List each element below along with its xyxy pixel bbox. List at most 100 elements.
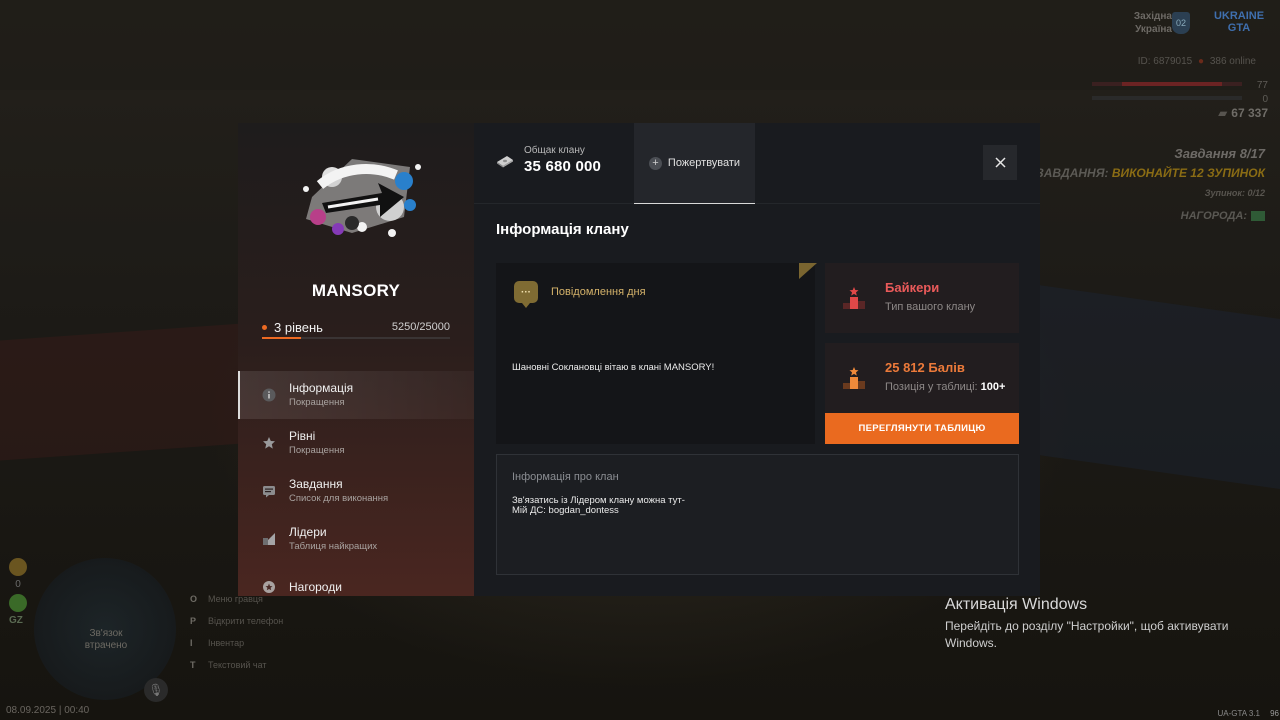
money-stack-icon bbox=[497, 156, 513, 168]
menu-item-subtitle: Список для виконання bbox=[289, 493, 389, 504]
money-icon: ▰ bbox=[1218, 106, 1228, 120]
online-count: 386 online bbox=[1209, 56, 1256, 67]
close-button[interactable] bbox=[983, 145, 1017, 180]
xp-progress-fill bbox=[262, 337, 302, 339]
menu-item-subtitle: Покращення bbox=[289, 397, 345, 408]
online-icon: ● bbox=[1198, 56, 1205, 67]
region-line: Західна bbox=[1133, 11, 1172, 22]
clan-main-panel: Общак клану 35 680 000 + Пожертвувати Ін… bbox=[474, 123, 1040, 596]
energy-icon bbox=[9, 594, 27, 612]
menu-item-title: Нагороди bbox=[289, 580, 342, 594]
stat-value: 0 bbox=[15, 579, 21, 590]
minimap-status-line: Зв'язок bbox=[89, 628, 123, 639]
table-position-value: 100+ bbox=[980, 381, 1006, 393]
clan-level: 3 рівень 5250/25000 bbox=[262, 317, 450, 337]
logo-line: GTA bbox=[1227, 22, 1251, 34]
bank-texts: Общак клану 35 680 000 bbox=[524, 145, 601, 177]
hint-key: O bbox=[190, 594, 198, 604]
motd-title: Повідомлення дня bbox=[551, 286, 646, 298]
close-icon bbox=[994, 157, 1006, 168]
clan-about: Інформація про клан Зв'язатись із Лідеро… bbox=[496, 454, 1019, 575]
money-value: 67 337 bbox=[1231, 106, 1268, 120]
motd-text: Шановні Соклановці вітаю в клані MANSORY… bbox=[512, 362, 715, 373]
star-level-icon bbox=[262, 436, 276, 450]
menu-item-info[interactable]: Інформація Покращення bbox=[238, 371, 474, 419]
page-title: Інформація клану bbox=[496, 221, 629, 238]
player-id: ID: 6879015 ● 386 online bbox=[1138, 56, 1256, 67]
windows-activation: Активація Windows Перейдіть до розділу "… bbox=[945, 596, 1245, 652]
hint-key: P bbox=[190, 616, 197, 626]
menu-item-rewards[interactable]: Нагороди bbox=[238, 563, 474, 596]
clan-modal: MANSORY 3 рівень 5250/25000 Інформація По… bbox=[238, 123, 1040, 596]
menu-item-subtitle: Покращення bbox=[289, 445, 345, 456]
windows-activation-text: Перейдіть до розділу "Настройки", щоб ак… bbox=[945, 619, 1229, 650]
menu-item-title: Завдання bbox=[289, 477, 343, 491]
hint-key: T bbox=[190, 660, 196, 670]
motd-header: ··· Повідомлення дня bbox=[514, 281, 646, 308]
table-position: Позиція у таблиці: 100+ bbox=[885, 381, 1005, 393]
quest-stops: Зупинок: 0/12 bbox=[1204, 188, 1265, 198]
message-of-the-day: ··· Повідомлення дня Шановні Соклановці … bbox=[496, 263, 817, 444]
clan-bank: Общак клану 35 680 000 bbox=[496, 145, 601, 177]
region-line: Україна bbox=[1135, 24, 1172, 35]
clan-type-card: Байкери Тип вашого клану bbox=[825, 263, 1019, 333]
minimap-status: Зв'язок втрачено bbox=[66, 628, 146, 652]
health-value: 77 bbox=[1256, 80, 1268, 91]
menu-item-leaders[interactable]: Лідери Таблиця найкращих bbox=[238, 515, 474, 563]
quest-reward-label: НАГОРОДА: bbox=[1180, 210, 1247, 222]
clan-points: 25 812 Балів bbox=[885, 360, 965, 375]
plus-icon: + bbox=[648, 156, 662, 170]
money-icon bbox=[1251, 211, 1265, 222]
menu-item-levels[interactable]: Рівні Покращення bbox=[238, 419, 474, 467]
armor-bar bbox=[1092, 96, 1242, 100]
info-icon bbox=[262, 388, 276, 402]
chat-bubble-icon: ··· bbox=[514, 281, 538, 308]
quest-line: ЗАВДАННЯ: ВИКОНАЙТЕ 12 ЗУПИНОК bbox=[1036, 166, 1265, 180]
health-bar bbox=[1092, 82, 1242, 86]
podium-icon bbox=[843, 367, 865, 389]
microphone-icon: 🎙 bbox=[144, 678, 168, 702]
corner-fold-icon bbox=[799, 263, 817, 279]
clan-name: MANSORY bbox=[311, 281, 401, 300]
view-table-button[interactable]: ПЕРЕГЛЯНУТИ ТАБЛИЦЮ bbox=[825, 413, 1019, 444]
money: ▰ 67 337 bbox=[1218, 106, 1268, 120]
clan-about-label: Інформація про клан bbox=[512, 471, 619, 483]
windows-activation-title: Активація Windows bbox=[945, 596, 1088, 613]
level-label: 3 рівень bbox=[274, 319, 323, 335]
quest-prefix: ЗАВДАННЯ: bbox=[1036, 166, 1109, 180]
hint-label: Текстовий чат bbox=[208, 660, 267, 670]
hint-label: Відкрити телефон bbox=[208, 616, 284, 626]
menu-item-title: Інформація bbox=[289, 381, 354, 395]
clan-points-card: 25 812 Балів Позиція у таблиці: 100+ bbox=[825, 343, 1019, 413]
player-stats: 0 bbox=[8, 556, 28, 614]
hint-row: T Текстовий чат bbox=[190, 654, 283, 676]
table-position-label: Позиція у таблиці: bbox=[885, 381, 978, 393]
keyboard-hints: O Меню гравця P Відкрити телефон I Інвентар… bbox=[190, 588, 283, 676]
level-label-wrap: 3 рівень bbox=[262, 320, 323, 335]
bank-value: 35 680 000 bbox=[524, 158, 602, 175]
region-label: Західна Україна bbox=[1134, 10, 1172, 36]
hud: Західна Україна 02 UKRAINE GTA ID: 68790… bbox=[1008, 8, 1268, 238]
minimap-status-line: втрачено bbox=[84, 640, 128, 651]
fps-counter: 96 bbox=[1270, 709, 1279, 718]
game-version: UA-GTA 3.1 bbox=[1217, 709, 1260, 718]
bank-label: Общак клану bbox=[524, 145, 585, 156]
leaders-icon bbox=[262, 532, 276, 546]
clan-sidebar: MANSORY 3 рівень 5250/25000 Інформація По… bbox=[238, 123, 474, 596]
xp-text: 5250/25000 bbox=[391, 321, 450, 333]
hint-label: Інвентар bbox=[208, 638, 245, 648]
armor-value: 0 bbox=[1262, 94, 1268, 105]
hint-key: I bbox=[190, 638, 193, 648]
quest-counter: Завдання 8/17 bbox=[1174, 146, 1265, 161]
reward-icon bbox=[262, 580, 276, 594]
hunger-icon bbox=[9, 558, 27, 576]
menu-item-tasks[interactable]: Завдання Список для виконання bbox=[238, 467, 474, 515]
donate-button[interactable]: + Пожертвувати bbox=[634, 123, 755, 204]
menu-item-title: Лідери bbox=[289, 525, 327, 539]
clan-topbar: Общак клану 35 680 000 + Пожертвувати bbox=[474, 123, 1040, 204]
menu-item-subtitle: Таблиця найкращих bbox=[289, 541, 378, 552]
clan-menu: Інформація Покращення Рівні Покращення Зав… bbox=[238, 371, 474, 596]
bg-shape bbox=[1010, 281, 1280, 489]
hint-row: P Відкрити телефон bbox=[190, 610, 283, 632]
quest-text: ВИКОНАЙТЕ 12 ЗУПИНОК bbox=[1111, 166, 1265, 180]
